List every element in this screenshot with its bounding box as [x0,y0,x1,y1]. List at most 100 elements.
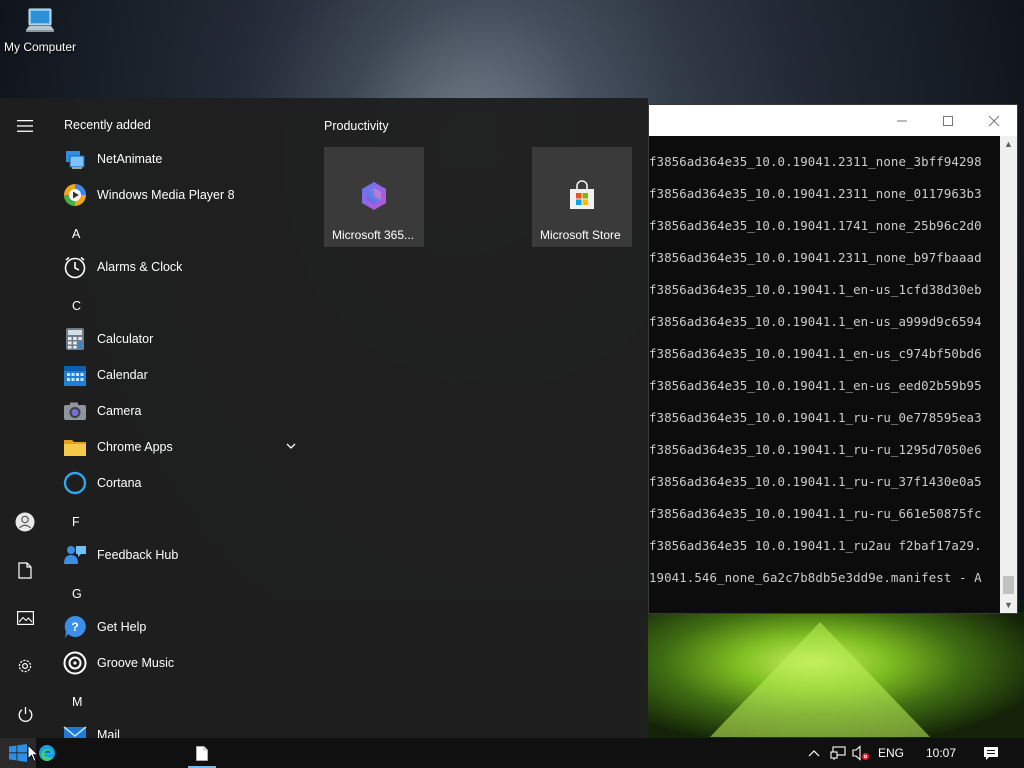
app-label: Alarms & Clock [97,260,183,274]
app-item-get-help[interactable]: ? Get Help [50,609,308,645]
letter-header-m[interactable]: M [72,695,82,709]
app-item-calendar[interactable]: Calendar [50,357,308,393]
microsoft-365-icon [358,180,390,212]
app-item-netanimate[interactable]: NetAnimate [50,141,308,177]
file-icon [196,745,208,761]
app-item-windows-media-player[interactable]: Windows Media Player 8 [50,177,308,213]
console-line: f3856ad364e35_10.0.19041.1_en-us_eed02b5… [649,378,982,393]
svg-text:?: ? [71,620,78,634]
volume-button[interactable] [850,738,872,768]
maximize-button[interactable] [925,105,971,136]
tile-microsoft-store[interactable]: Microsoft Store [532,147,632,247]
media-player-icon [63,183,87,207]
tile-label: Microsoft Store [540,228,621,242]
tile-microsoft-365[interactable]: Microsoft 365... [324,147,424,247]
app-label: Get Help [97,620,147,634]
app-label: Windows Media Player 8 [97,188,235,202]
netanimate-icon [63,147,87,171]
console-line: f3856ad364e35_10.0.19041.1_en-us_1cfd38d… [649,282,982,297]
console-output[interactable]: f3856ad364e35_10.0.19041.2311_none_3bff9… [649,136,1001,613]
camera-icon [63,399,87,423]
alarm-clock-icon [63,255,87,279]
desktop-icon-label: My Computer [3,40,77,54]
start-icon [9,744,27,762]
app-item-alarms-clock[interactable]: Alarms & Clock [50,249,308,285]
calendar-icon [63,363,87,387]
letter-header-a[interactable]: A [72,227,80,241]
pictures-button[interactable] [0,598,50,638]
cortana-icon [63,471,87,495]
settings-icon [18,659,32,673]
taskbar: ENG 10:07 [0,738,1024,768]
chevron-up-icon [808,750,820,757]
letter-header-g[interactable]: G [72,587,82,601]
app-label: Camera [97,404,142,418]
user-account-button[interactable] [0,502,50,542]
mail-icon [63,723,87,738]
letter-header-f[interactable]: F [72,515,80,529]
network-icon [830,746,846,760]
console-line: f3856ad364e35 10.0.19041.1_ru2au f2baf17… [649,538,982,553]
console-line: f3856ad364e35_10.0.19041.2311_none_3bff9… [649,154,982,169]
close-icon [988,115,1000,126]
minimize-icon [897,120,907,121]
scroll-down-icon[interactable]: ▼ [1000,597,1017,613]
chevron-down-icon[interactable] [284,439,298,453]
app-label: Groove Music [97,656,175,670]
app-label: Feedback Hub [97,548,179,562]
clock[interactable]: 10:07 [918,738,964,768]
network-button[interactable] [828,738,848,768]
console-line: f3856ad364e35_10.0.19041.2311_none_01179… [649,186,982,201]
scroll-up-icon[interactable]: ▲ [1000,136,1017,153]
console-line: 19041.546_none_6a2c7b8db5e3dd9e.manifest… [649,570,982,585]
console-scrollbar[interactable]: ▲ ▼ [1000,136,1017,613]
app-item-camera[interactable]: Camera [50,393,308,429]
power-button[interactable] [0,694,50,734]
computer-icon [20,6,60,38]
console-window[interactable]: f3856ad364e35_10.0.19041.2311_none_3bff9… [648,104,1018,614]
app-item-chrome-apps[interactable]: Chrome Apps [50,429,308,465]
edge-icon [39,745,55,761]
app-item-mail[interactable]: Mail [50,717,308,738]
close-button[interactable] [971,105,1017,136]
app-label: Calculator [97,332,154,346]
minimize-button[interactable] [879,105,925,136]
settings-button[interactable] [0,646,50,686]
tile-group-label[interactable]: Productivity [324,119,389,133]
console-line: f3856ad364e35_10.0.19041.1741_none_25b96… [649,218,982,233]
console-line: f3856ad364e35_10.0.19041.1_ru-ru_1295d70… [649,442,982,457]
action-center-button[interactable] [978,738,1004,768]
start-menu: Recently added NetAnimate Windows Media … [0,98,648,738]
app-item-groove-music[interactable]: Groove Music [50,645,308,681]
console-line: f3856ad364e35_10.0.19041.2311_none_b97fb… [649,250,982,265]
scroll-thumb[interactable] [1003,576,1014,594]
console-line: f3856ad364e35_10.0.19041.1_ru-ru_661e508… [649,506,982,521]
groove-music-icon [63,651,87,675]
microsoft-store-icon [566,180,598,212]
app-item-feedback-hub[interactable]: Feedback Hub [50,537,308,573]
app-item-cortana[interactable]: Cortana [50,465,308,501]
volume-muted-icon [852,745,870,761]
taskbar-edge[interactable] [36,738,58,768]
app-label: NetAnimate [97,152,163,166]
app-item-calculator[interactable]: Calculator [50,321,308,357]
show-hidden-icons-button[interactable] [804,738,824,768]
glowing-tent [640,612,1024,738]
documents-icon [18,561,32,579]
recently-added-heading: Recently added [64,118,151,132]
taskbar-file-window[interactable] [186,738,218,768]
desktop-icon-my-computer[interactable]: My Computer [0,6,80,54]
app-label: Calendar [97,368,148,382]
app-label: Mail [97,728,120,738]
calculator-icon [63,327,87,351]
action-center-icon [984,746,998,760]
folder-icon [63,435,87,459]
power-icon [18,706,32,722]
expand-menu-button[interactable] [0,106,50,146]
documents-button[interactable] [0,550,50,590]
app-list[interactable]: Recently added NetAnimate Windows Media … [50,98,310,738]
console-titlebar[interactable] [649,105,1017,136]
letter-header-c[interactable]: C [72,299,81,313]
input-language-indicator[interactable]: ENG [874,738,908,768]
get-help-icon: ? [63,615,87,639]
